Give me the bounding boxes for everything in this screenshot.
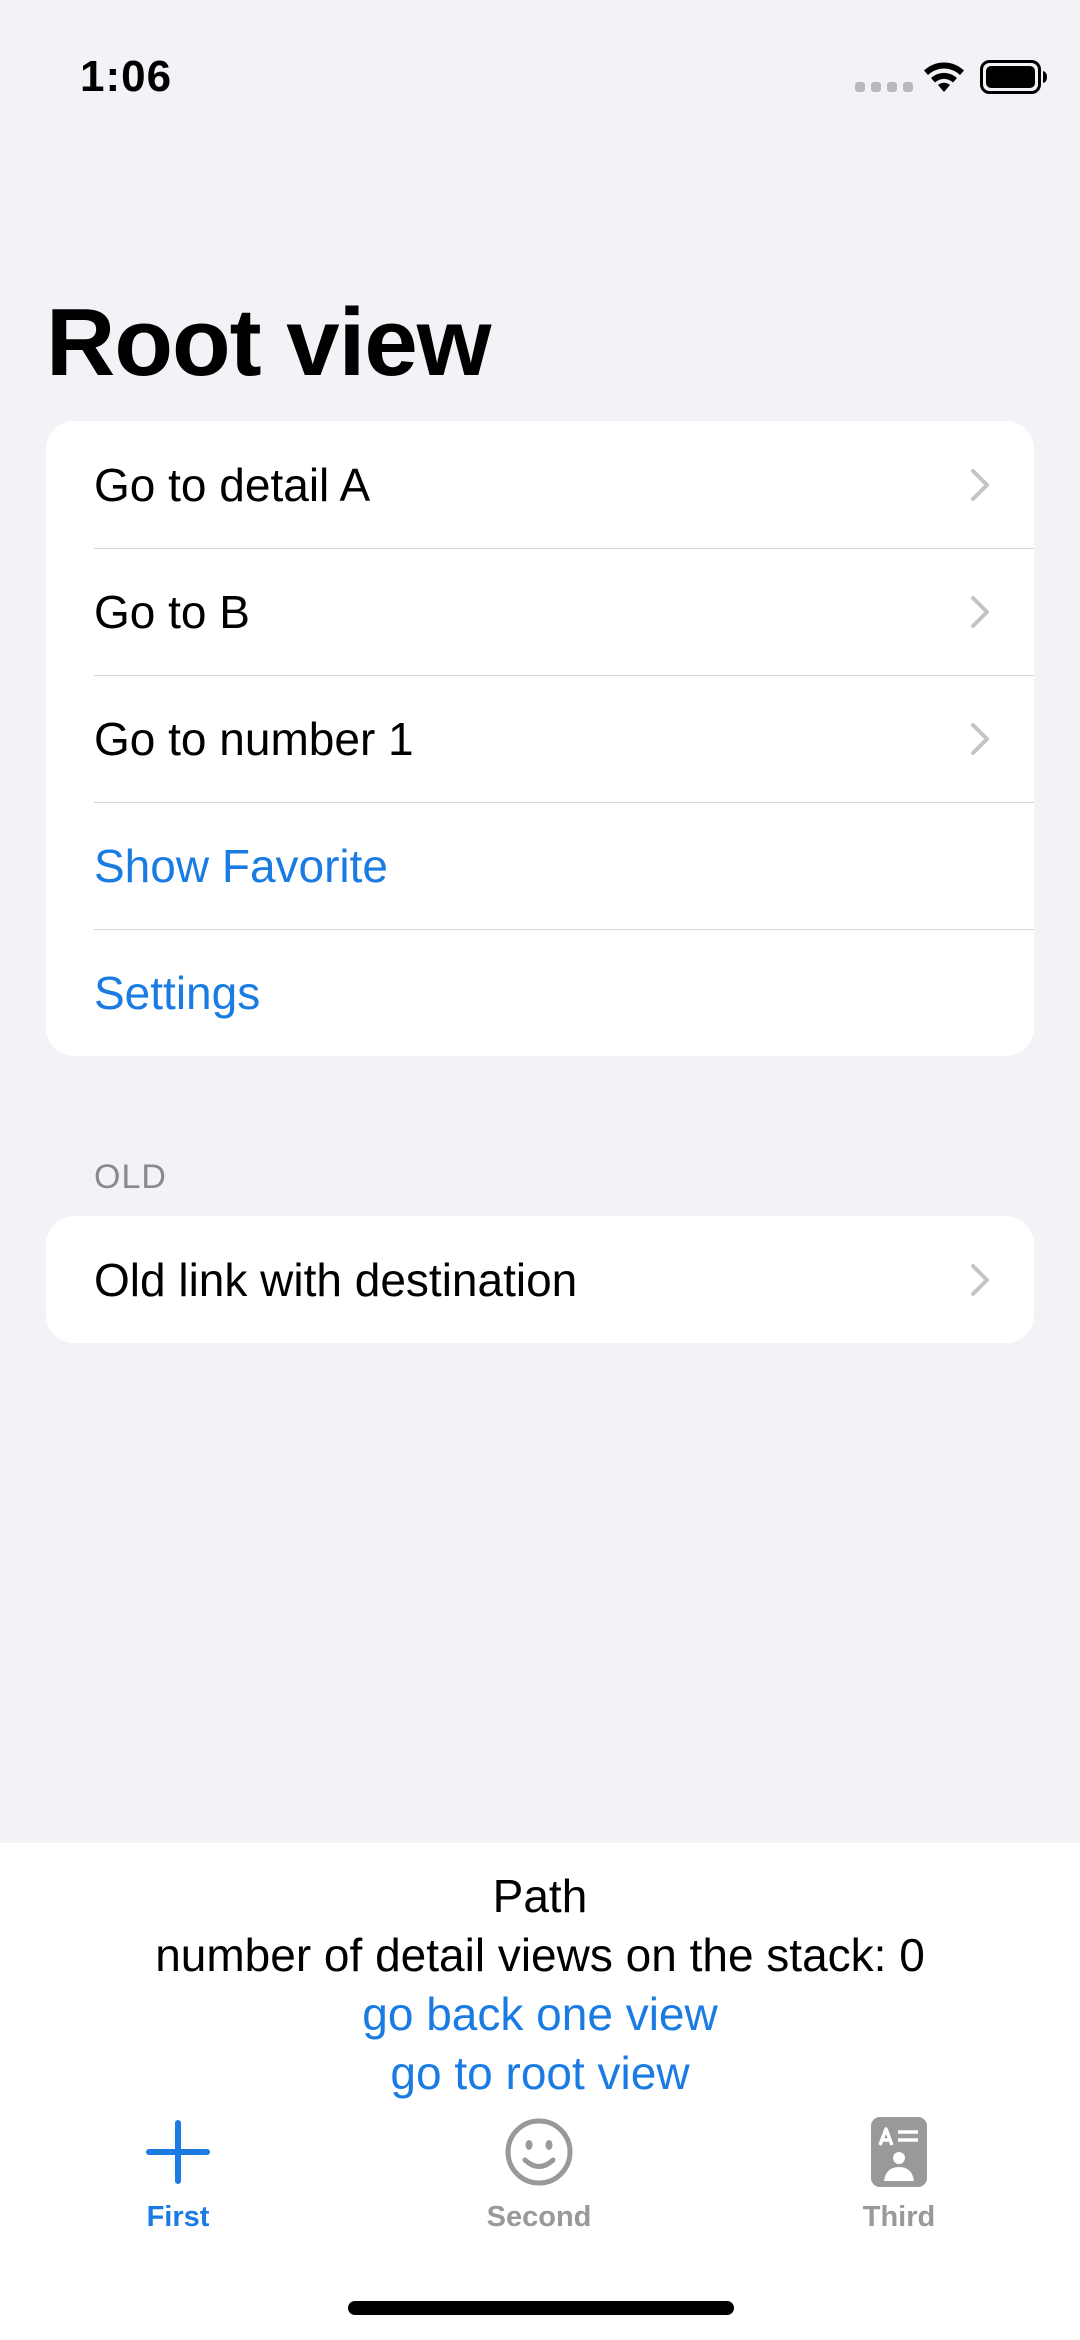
wifi-icon <box>924 62 964 92</box>
row-label: Go to number 1 <box>94 712 414 765</box>
chevron-right-icon <box>971 1263 989 1296</box>
row-label: Old link with destination <box>94 1253 578 1306</box>
go-to-root-view-button[interactable]: go to root view <box>0 2044 1080 2102</box>
settings-button[interactable]: Settings <box>46 929 1034 1056</box>
row-label: Go to B <box>94 585 250 638</box>
chevron-right-icon <box>971 595 989 628</box>
row-old-link-with-destination[interactable]: Old link with destination <box>46 1216 1034 1343</box>
chevron-right-icon <box>971 468 989 501</box>
show-favorite-button[interactable]: Show Favorite <box>46 802 1034 929</box>
path-title: Path <box>492 1870 588 1922</box>
smiley-icon <box>505 2118 573 2186</box>
chevron-right-icon <box>971 722 989 755</box>
battery-icon <box>980 60 1047 94</box>
status-time: 1:06 <box>80 52 173 101</box>
tab-label: Third <box>862 2201 936 2233</box>
tab-label: First <box>146 2201 210 2233</box>
row-go-to-detail-a[interactable]: Go to detail A <box>46 421 1034 548</box>
page-title: Root view <box>46 289 491 396</box>
plus-icon <box>146 2120 210 2184</box>
tab-third[interactable]: Third <box>789 2115 1009 2245</box>
row-label: Settings <box>94 966 261 1019</box>
tab-first[interactable]: First <box>68 2115 288 2245</box>
section-header-old: OLD <box>94 1158 167 1196</box>
cellular-signal-icon <box>855 82 913 92</box>
row-label: Go to detail A <box>94 458 371 511</box>
tab-label: Second <box>486 2201 592 2233</box>
stack-count-text: number of detail views on the stack: 0 <box>155 1929 925 1981</box>
row-go-to-number-1[interactable]: Go to number 1 <box>46 675 1034 802</box>
tab-second[interactable]: Second <box>429 2115 649 2245</box>
go-back-one-view-button[interactable]: go back one view <box>0 1985 1080 2043</box>
home-indicator <box>348 2301 734 2315</box>
status-bar: 1:06 <box>0 0 1080 150</box>
path-panel: Path number of detail views on the stack… <box>0 1843 1080 2340</box>
row-label: Show Favorite <box>94 839 389 892</box>
old-list: Old link with destination <box>46 1216 1034 1343</box>
main-list: Go to detail A Go to B Go to number 1 Sh… <box>46 421 1034 1056</box>
row-go-to-b[interactable]: Go to B <box>46 548 1034 675</box>
contact-card-icon <box>871 2117 927 2187</box>
